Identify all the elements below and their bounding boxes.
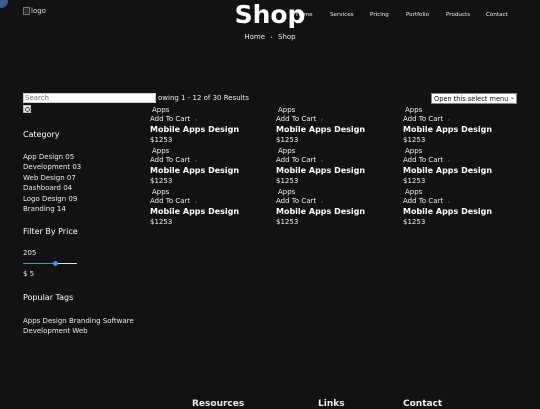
results-count: owing 1 - 12 of 30 Results xyxy=(158,94,249,102)
add-to-cart-label: Add To Cart xyxy=(276,197,317,205)
product-title[interactable]: Mobile Apps Design xyxy=(276,125,365,134)
chevron-right-icon: › xyxy=(195,199,197,204)
add-to-cart-label: Add To Cart xyxy=(150,115,191,123)
add-to-cart-label: Add To Cart xyxy=(403,115,444,123)
price-slider[interactable] xyxy=(23,261,77,266)
price-range-value: $ 5 xyxy=(23,270,35,278)
product-title[interactable]: Mobile Apps Design xyxy=(150,207,239,216)
product-price: $1253 xyxy=(403,218,426,226)
chevron-right-icon: › xyxy=(448,199,450,204)
chevron-right-icon: › xyxy=(195,158,197,163)
slider-thumb[interactable] xyxy=(53,261,59,266)
breadcrumb: Home • Shop xyxy=(0,33,540,41)
chevron-right-icon: › xyxy=(321,199,323,204)
category-item[interactable]: Branding 14 xyxy=(23,204,81,214)
add-to-cart-button[interactable]: Add To Cart › xyxy=(403,115,450,123)
product-title[interactable]: Mobile Apps Design xyxy=(403,166,492,175)
product-card[interactable]: Apps Add To Cart › Mobile Apps Design $1253 xyxy=(403,188,513,228)
product-category[interactable]: Apps xyxy=(152,106,169,114)
category-item[interactable]: Logo Design 09 xyxy=(23,194,81,204)
product-price: $1253 xyxy=(403,136,426,144)
chevron-right-icon: › xyxy=(195,117,197,122)
product-title[interactable]: Mobile Apps Design xyxy=(150,166,239,175)
chevron-right-icon: › xyxy=(321,158,323,163)
product-category[interactable]: Apps xyxy=(278,106,295,114)
nav-home[interactable]: Home xyxy=(296,12,313,18)
footer-heading-resources: Resources xyxy=(192,399,245,409)
product-title[interactable]: Mobile Apps Design xyxy=(276,207,365,216)
chevron-right-icon: › xyxy=(448,158,450,163)
tag-list[interactable]: Apps Design Branding Software Developmen… xyxy=(23,316,143,337)
product-price: $1253 xyxy=(276,177,299,185)
nav-products[interactable]: Products xyxy=(446,12,470,18)
breadcrumb-current: Shop xyxy=(278,33,296,41)
product-card[interactable]: Apps Add To Cart › Mobile Apps Design $1253 xyxy=(150,106,260,146)
product-category[interactable]: Apps xyxy=(405,106,422,114)
add-to-cart-label: Add To Cart xyxy=(403,197,444,205)
product-card[interactable]: Apps Add To Cart › Mobile Apps Design $1253 xyxy=(403,106,513,146)
footer-heading-links: Links xyxy=(318,399,345,409)
category-list: App Design 05 Development 03 Web Design … xyxy=(23,152,81,214)
nav-pricing[interactable]: Pricing xyxy=(370,12,389,18)
category-item[interactable]: Dashboard 04 xyxy=(23,183,81,193)
product-category[interactable]: Apps xyxy=(152,147,169,155)
chevron-down-icon: ⌄ xyxy=(509,94,515,101)
add-to-cart-button[interactable]: Add To Cart › xyxy=(276,115,323,123)
add-to-cart-button[interactable]: Add To Cart › xyxy=(403,156,450,164)
product-price: $1253 xyxy=(150,218,173,226)
add-to-cart-label: Add To Cart xyxy=(403,156,444,164)
product-title[interactable]: Mobile Apps Design xyxy=(150,125,239,134)
nav-portfolio[interactable]: Portfolio xyxy=(406,12,429,18)
product-card[interactable]: Apps Add To Cart › Mobile Apps Design $1253 xyxy=(276,188,386,228)
price-filter-heading: Filter By Price xyxy=(23,227,78,236)
nav-contact[interactable]: Contact xyxy=(486,12,508,18)
add-to-cart-button[interactable]: Add To Cart › xyxy=(150,156,197,164)
product-card[interactable]: Apps Add To Cart › Mobile Apps Design $1253 xyxy=(276,106,386,146)
add-to-cart-button[interactable]: Add To Cart › xyxy=(150,197,197,205)
product-price: $1253 xyxy=(150,136,173,144)
add-to-cart-label: Add To Cart xyxy=(150,197,191,205)
breadcrumb-home[interactable]: Home xyxy=(244,33,265,41)
product-price: $1253 xyxy=(276,136,299,144)
slider-fill xyxy=(23,262,56,264)
tags-heading: Popular Tags xyxy=(23,293,74,302)
product-price: $1253 xyxy=(403,177,426,185)
add-to-cart-label: Add To Cart xyxy=(150,156,191,164)
search-input[interactable] xyxy=(23,93,156,103)
product-title[interactable]: Mobile Apps Design xyxy=(403,125,492,134)
category-item[interactable]: Web Design 07 xyxy=(23,173,81,183)
add-to-cart-button[interactable]: Add To Cart › xyxy=(150,115,197,123)
product-category[interactable]: Apps xyxy=(405,188,422,196)
sort-select-value: Open this select menu xyxy=(434,95,509,103)
product-card[interactable]: Apps Add To Cart › Mobile Apps Design $1253 xyxy=(403,147,513,187)
chevron-right-icon: › xyxy=(448,117,450,122)
add-to-cart-label: Add To Cart xyxy=(276,156,317,164)
product-category[interactable]: Apps xyxy=(278,188,295,196)
footer-heading-contact: Contact xyxy=(403,399,443,409)
product-category[interactable]: Apps xyxy=(152,188,169,196)
nav-services[interactable]: Services xyxy=(330,12,354,18)
category-item[interactable]: Development 03 xyxy=(23,162,81,172)
chevron-right-icon: › xyxy=(321,117,323,122)
product-title[interactable]: Mobile Apps Design xyxy=(276,166,365,175)
product-card[interactable]: Apps Add To Cart › Mobile Apps Design $1253 xyxy=(150,188,260,228)
search-button[interactable] xyxy=(23,105,31,113)
product-card[interactable]: Apps Add To Cart › Mobile Apps Design $1253 xyxy=(150,147,260,187)
category-item[interactable]: App Design 05 xyxy=(23,152,81,162)
product-card[interactable]: Apps Add To Cart › Mobile Apps Design $1253 xyxy=(276,147,386,187)
add-to-cart-button[interactable]: Add To Cart › xyxy=(276,197,323,205)
category-heading: Category xyxy=(23,130,60,139)
product-category[interactable]: Apps xyxy=(405,147,422,155)
sort-select[interactable]: Open this select menu ⌄ xyxy=(431,93,517,104)
add-to-cart-button[interactable]: Add To Cart › xyxy=(276,156,323,164)
breadcrumb-separator-icon: • xyxy=(270,35,273,41)
product-category[interactable]: Apps xyxy=(278,147,295,155)
product-title[interactable]: Mobile Apps Design xyxy=(403,207,492,216)
price-max-value: 205 xyxy=(23,249,37,257)
add-to-cart-label: Add To Cart xyxy=(276,115,317,123)
product-price: $1253 xyxy=(150,177,173,185)
product-price: $1253 xyxy=(276,218,299,226)
add-to-cart-button[interactable]: Add To Cart › xyxy=(403,197,450,205)
